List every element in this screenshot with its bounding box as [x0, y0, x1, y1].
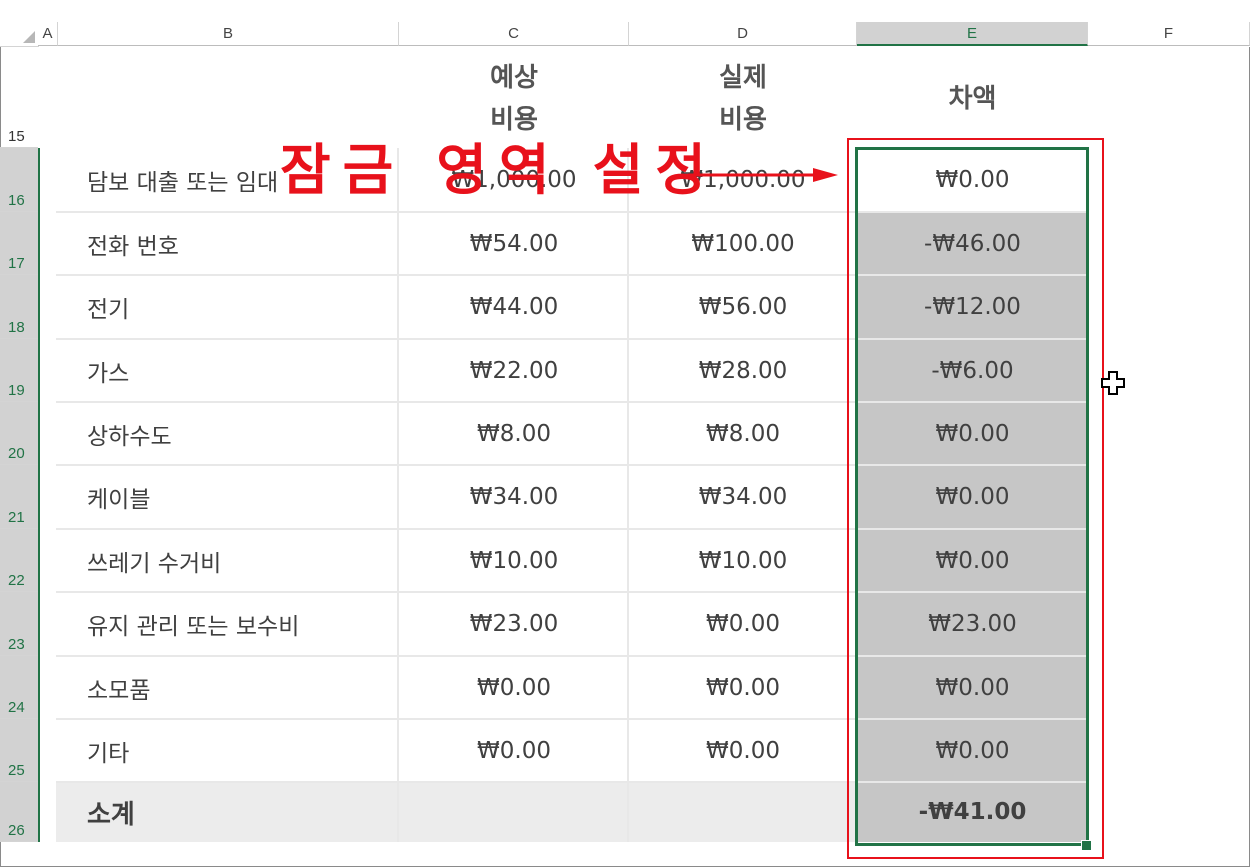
row-header-21[interactable]: 21: [0, 465, 38, 529]
row-actual-cell[interactable]: ₩0.00: [629, 719, 857, 782]
column-header-e[interactable]: E: [857, 22, 1088, 46]
select-all-icon: [23, 31, 35, 43]
row-header-22[interactable]: 22: [0, 529, 38, 592]
row-actual-cell[interactable]: ₩100.00: [629, 212, 857, 275]
row-header-24[interactable]: 24: [0, 656, 38, 719]
row-label-cell[interactable]: 케이블: [40, 465, 399, 529]
header-budget-line2: 비용: [490, 105, 538, 135]
row-header-23[interactable]: 23: [0, 592, 38, 656]
row-budget-cell[interactable]: ₩34.00: [399, 465, 629, 529]
row-label-cell[interactable]: 소모품: [40, 656, 399, 719]
row-header-25[interactable]: 25: [0, 719, 38, 782]
row-budget-cell[interactable]: ₩0.00: [399, 656, 629, 719]
header-actual-line1: 실제: [719, 63, 767, 93]
header-budget-cell[interactable]: 예상 비용: [399, 55, 629, 143]
highlight-box: [847, 138, 1104, 859]
header-budget-line1: 예상: [490, 63, 538, 93]
row-label-cell[interactable]: 전화 번호: [40, 212, 399, 275]
select-all-button[interactable]: [0, 22, 39, 47]
row-label-cell[interactable]: 기타: [40, 719, 399, 782]
row-label-cell[interactable]: 유지 관리 또는 보수비: [40, 592, 399, 656]
row-header-20[interactable]: 20: [0, 402, 38, 465]
total-label-cell[interactable]: 소계: [40, 782, 399, 842]
row-actual-cell[interactable]: ₩56.00: [629, 275, 857, 339]
column-header-b[interactable]: B: [58, 22, 399, 46]
row-label-cell[interactable]: 쓰레기 수거비: [40, 529, 399, 592]
row-actual-cell[interactable]: ₩34.00: [629, 465, 857, 529]
row-label-cell[interactable]: 가스: [40, 339, 399, 402]
row-actual-cell[interactable]: ₩0.00: [629, 592, 857, 656]
column-header-f[interactable]: F: [1088, 22, 1250, 46]
row-label-cell[interactable]: 전기: [40, 275, 399, 339]
row-header-15[interactable]: 15: [0, 47, 38, 148]
row-budget-cell[interactable]: ₩0.00: [399, 719, 629, 782]
column-header-row: A B C D E F: [0, 0, 1250, 47]
row-budget-cell[interactable]: ₩8.00: [399, 402, 629, 465]
column-header-a[interactable]: A: [38, 22, 58, 46]
row-budget-cell[interactable]: ₩54.00: [399, 212, 629, 275]
row-header-16[interactable]: 16: [0, 148, 38, 212]
arrow-icon: [688, 168, 838, 182]
row-budget-cell[interactable]: ₩23.00: [399, 592, 629, 656]
row-actual-cell[interactable]: ₩10.00: [629, 529, 857, 592]
header-actual-line2: 비용: [719, 105, 767, 135]
row-header-19[interactable]: 19: [0, 339, 38, 402]
annotation-label: 잠금 영역 설정: [280, 138, 718, 202]
row-header-18[interactable]: 18: [0, 275, 38, 339]
row-budget-cell[interactable]: ₩10.00: [399, 529, 629, 592]
header-actual-cell[interactable]: 실제 비용: [629, 55, 857, 143]
row-budget-cell[interactable]: ₩22.00: [399, 339, 629, 402]
column-header-c[interactable]: C: [399, 22, 629, 46]
header-diff-cell[interactable]: 차액: [857, 55, 1088, 143]
row-budget-cell[interactable]: ₩44.00: [399, 275, 629, 339]
row-header-26[interactable]: 26: [0, 782, 38, 842]
row-actual-cell[interactable]: ₩8.00: [629, 402, 857, 465]
column-header-d[interactable]: D: [629, 22, 857, 46]
row-label-cell[interactable]: 상하수도: [40, 402, 399, 465]
row-actual-cell[interactable]: ₩0.00: [629, 656, 857, 719]
row-actual-cell[interactable]: ₩28.00: [629, 339, 857, 402]
row-header-17[interactable]: 17: [0, 212, 38, 275]
cell-cursor-icon: [1101, 371, 1125, 395]
